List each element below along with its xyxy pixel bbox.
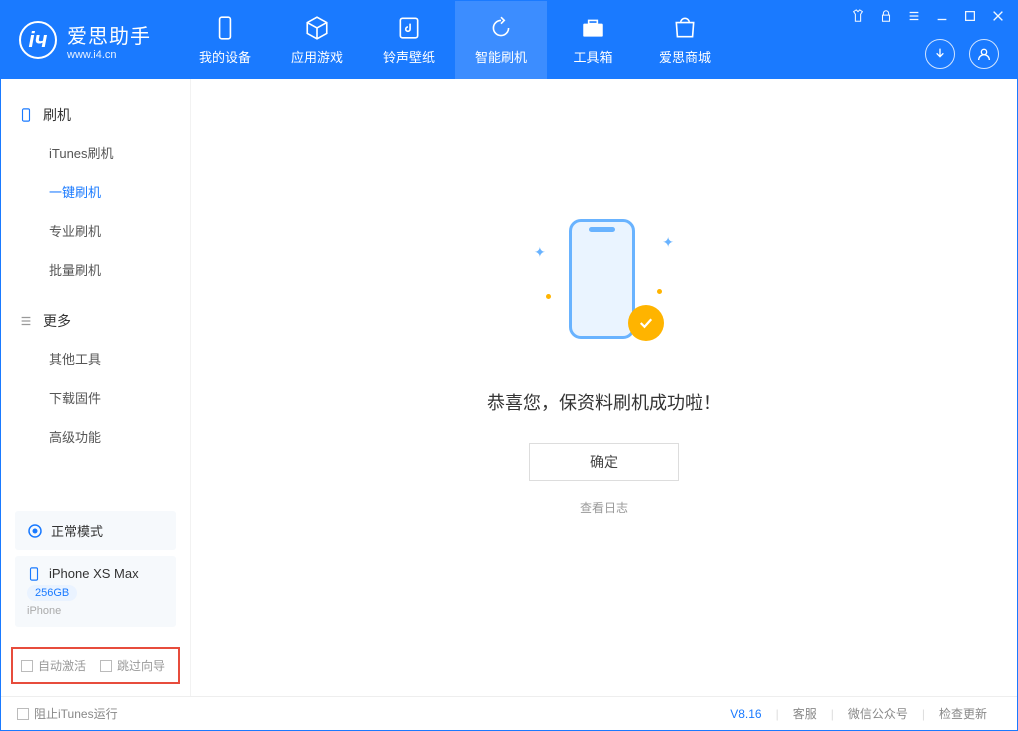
- app-name: 爱思助手: [67, 20, 151, 49]
- skip-guide-checkbox[interactable]: 跳过向导: [100, 657, 165, 674]
- sidebar-section-flash: 刷机: [1, 97, 190, 133]
- list-icon: [19, 314, 33, 328]
- header-action-buttons: [925, 39, 999, 69]
- success-message: 恭喜您，保资料刷机成功啦！: [487, 389, 721, 415]
- phone-small-icon: [27, 567, 41, 581]
- sparkle-icon: ✦: [662, 234, 674, 251]
- mode-icon: [27, 523, 43, 539]
- main-content: ✦ ✦ 恭喜您，保资料刷机成功啦！ 确定 查看日志: [191, 79, 1017, 696]
- footer: 阻止iTunes运行 V8.16 | 客服 | 微信公众号 | 检查更新: [1, 696, 1017, 730]
- lock-icon[interactable]: [879, 9, 893, 23]
- sidebar-item-pro-flash[interactable]: 专业刷机: [1, 211, 190, 250]
- device-type: iPhone: [27, 605, 61, 617]
- tab-apps-games[interactable]: 应用游戏: [271, 1, 363, 79]
- options-highlight-box: 自动激活 跳过向导: [11, 647, 180, 684]
- device-storage-badge: 256GB: [27, 585, 77, 601]
- sidebar: 刷机 iTunes刷机 一键刷机 专业刷机 批量刷机 更多 其他工具 下载固件 …: [1, 79, 191, 696]
- dot-icon: [546, 294, 551, 299]
- footer-option-label: 阻止iTunes运行: [34, 705, 118, 722]
- device-mode-label: 正常模式: [51, 521, 103, 540]
- logo-icon: iч: [19, 21, 57, 59]
- option-label: 跳过向导: [117, 657, 165, 674]
- tab-toolbox[interactable]: 工具箱: [547, 1, 639, 79]
- cube-icon: [304, 15, 330, 41]
- footer-link-support[interactable]: 客服: [779, 705, 831, 722]
- checkbox-icon: [17, 708, 29, 720]
- toolbox-icon: [580, 15, 606, 41]
- view-log-link[interactable]: 查看日志: [580, 499, 628, 516]
- auto-activate-checkbox[interactable]: 自动激活: [21, 657, 86, 674]
- tab-label: 工具箱: [573, 47, 612, 66]
- sidebar-item-batch-flash[interactable]: 批量刷机: [1, 250, 190, 289]
- phone-icon: [19, 108, 33, 122]
- user-button[interactable]: [969, 39, 999, 69]
- version-label: V8.16: [730, 707, 761, 721]
- tab-label: 铃声壁纸: [383, 47, 435, 66]
- sidebar-item-other-tools[interactable]: 其他工具: [1, 339, 190, 378]
- device-icon: [212, 15, 238, 41]
- menu-icon[interactable]: [907, 9, 921, 23]
- tab-my-device[interactable]: 我的设备: [179, 1, 271, 79]
- close-icon[interactable]: [991, 9, 1005, 23]
- dot-icon: [657, 289, 662, 294]
- footer-link-update[interactable]: 检查更新: [925, 705, 1001, 722]
- ok-button[interactable]: 确定: [529, 443, 679, 481]
- tab-store[interactable]: 爱思商城: [639, 1, 731, 79]
- option-label: 自动激活: [38, 657, 86, 674]
- window-controls: [851, 9, 1005, 23]
- refresh-icon: [488, 15, 514, 41]
- sidebar-section-more: 更多: [1, 303, 190, 339]
- checkmark-badge-icon: [628, 305, 664, 341]
- header: iч 爱思助手 www.i4.cn 我的设备 应用游戏 铃声壁纸 智能刷机: [1, 1, 1017, 79]
- sidebar-item-itunes-flash[interactable]: iTunes刷机: [1, 133, 190, 172]
- phone-outline-icon: [569, 219, 635, 339]
- logo: iч 爱思助手 www.i4.cn: [1, 1, 169, 79]
- music-icon: [396, 15, 422, 41]
- store-icon: [672, 15, 698, 41]
- section-label: 更多: [43, 311, 71, 331]
- sparkle-icon: ✦: [534, 244, 546, 261]
- app-url: www.i4.cn: [67, 49, 151, 61]
- footer-link-wechat[interactable]: 微信公众号: [834, 705, 922, 722]
- minimize-icon[interactable]: [935, 9, 949, 23]
- body: 刷机 iTunes刷机 一键刷机 专业刷机 批量刷机 更多 其他工具 下载固件 …: [1, 79, 1017, 696]
- device-info-box[interactable]: iPhone XS Max 256GB iPhone: [15, 556, 176, 627]
- tab-label: 爱思商城: [659, 47, 711, 66]
- sidebar-item-download-firmware[interactable]: 下载固件: [1, 378, 190, 417]
- checkbox-icon: [100, 660, 112, 672]
- tab-smart-flash[interactable]: 智能刷机: [455, 1, 547, 79]
- block-itunes-checkbox[interactable]: 阻止iTunes运行: [17, 705, 118, 722]
- checkbox-icon: [21, 660, 33, 672]
- maximize-icon[interactable]: [963, 9, 977, 23]
- tshirt-icon[interactable]: [851, 9, 865, 23]
- tab-label: 应用游戏: [291, 47, 343, 66]
- success-illustration: ✦ ✦: [524, 199, 684, 359]
- download-button[interactable]: [925, 39, 955, 69]
- nav-tabs: 我的设备 应用游戏 铃声壁纸 智能刷机 工具箱 爱思商城: [179, 1, 731, 79]
- section-label: 刷机: [43, 105, 71, 125]
- tab-ringtone-wallpaper[interactable]: 铃声壁纸: [363, 1, 455, 79]
- app-window: iч 爱思助手 www.i4.cn 我的设备 应用游戏 铃声壁纸 智能刷机: [0, 0, 1018, 731]
- tab-label: 智能刷机: [475, 47, 527, 66]
- sidebar-item-oneclick-flash[interactable]: 一键刷机: [1, 172, 190, 211]
- tab-label: 我的设备: [199, 47, 251, 66]
- device-name: iPhone XS Max: [49, 566, 139, 581]
- device-mode-box[interactable]: 正常模式: [15, 511, 176, 550]
- sidebar-item-advanced[interactable]: 高级功能: [1, 417, 190, 456]
